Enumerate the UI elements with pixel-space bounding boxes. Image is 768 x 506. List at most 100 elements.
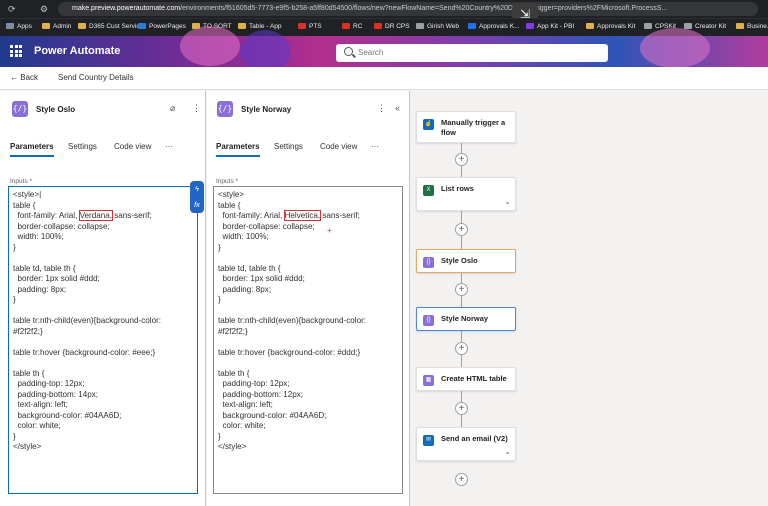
code-line: <style>| <box>13 190 42 199</box>
unpin-icon[interactable]: ⌀ <box>170 103 175 114</box>
code-line: table th { <box>218 368 250 378</box>
bookmark-item[interactable]: Apps <box>6 23 32 30</box>
flow-step-card[interactable]: {} Style Oslo <box>416 249 516 273</box>
flow-step-card[interactable]: ▦ Create HTML table <box>416 367 516 391</box>
reload-icon[interactable]: ⟳ <box>8 3 16 15</box>
bookmark-item[interactable]: RC <box>342 23 362 30</box>
tab-more[interactable]: ··· <box>371 142 379 151</box>
tab-code-view[interactable]: Code view <box>114 142 151 151</box>
bookmark-icon <box>526 23 534 29</box>
bookmark-icon <box>342 23 350 29</box>
bookmark-label: Admin <box>53 23 72 30</box>
code-line: </style> <box>13 442 42 451</box>
bookmark-item[interactable]: Girish Web <box>416 23 459 30</box>
bookmark-item[interactable]: PTS <box>298 23 322 30</box>
compose-icon: {} <box>423 315 434 326</box>
bookmark-icon <box>42 23 50 29</box>
flow-step-label: Manually trigger a flow <box>441 118 506 137</box>
code-line: table tr:hover {background-color: #eee;} <box>13 347 156 357</box>
inputs-editor[interactable]: <style>| table { font-family: Arial, Verd… <box>8 186 198 494</box>
bookmark-label: D365 Cust Service <box>89 23 144 30</box>
code-line: padding-top: 12px; <box>218 379 290 388</box>
inputs-editor[interactable]: <style> table { font-family: Arial, Helve… <box>213 186 403 494</box>
bookmark-label: Creator Kit <box>695 23 727 30</box>
bookmark-item[interactable]: Table - App <box>238 23 282 30</box>
app-title[interactable]: Power Automate <box>34 45 120 57</box>
flow-step-card[interactable]: ✉ Send an email (V2) ⚭ <box>416 427 516 461</box>
tab-parameters[interactable]: Parameters <box>216 142 260 157</box>
bookmark-item[interactable]: Busine... <box>736 23 768 30</box>
code-line: #f2f2f2;} <box>218 326 248 336</box>
bookmark-item[interactable]: D365 Cust Service <box>78 23 143 30</box>
flow-step-card[interactable]: ☝ Manually trigger a flow <box>416 111 516 143</box>
code-line: padding-bottom: 12px; <box>218 389 304 399</box>
expression-fx-icon[interactable]: fx <box>190 197 204 213</box>
inputs-label: Inputs * <box>10 178 33 185</box>
bookmark-label: Busine... <box>747 23 768 30</box>
bookmark-item[interactable]: PowerPages <box>138 23 186 30</box>
search-input[interactable]: Search <box>336 44 608 62</box>
add-step-icon[interactable]: + <box>455 402 468 415</box>
code-line: background-color: #04AA6D; <box>13 410 122 420</box>
add-step-icon[interactable]: + <box>455 473 468 486</box>
code-line: padding: 8px; <box>218 284 272 294</box>
add-step-icon[interactable]: + <box>455 283 468 296</box>
add-step-icon[interactable]: + <box>455 342 468 355</box>
cursor-marker: + <box>327 226 332 235</box>
code-line: } <box>13 431 16 441</box>
bookmark-icon <box>644 23 652 29</box>
bookmark-item[interactable]: Approvals Kit <box>586 23 635 30</box>
bookmark-icon <box>238 23 246 29</box>
style-norway-panel: {/} Style Norway ⋮ « Parameters Settings… <box>207 91 410 506</box>
bookmark-item[interactable]: Creator Kit <box>684 23 726 30</box>
code-line: table { <box>218 200 241 210</box>
flow-step-card[interactable]: {} Style Norway <box>416 307 516 331</box>
hand-trigger-icon: ☝ <box>423 119 434 130</box>
more-options-icon[interactable]: ⋮ <box>377 103 386 114</box>
bookmark-label: Table - App <box>249 23 282 30</box>
add-step-icon[interactable]: + <box>455 223 468 236</box>
bookmark-label: Girish Web <box>427 23 460 30</box>
tab-settings[interactable]: Settings <box>274 142 303 151</box>
bookmark-icon <box>468 23 476 29</box>
bookmark-item[interactable]: Approvals K... <box>468 23 519 30</box>
collapse-panel-icon[interactable]: « <box>395 103 400 113</box>
code-line: text-align: left; <box>218 400 273 409</box>
flow-name: Send Country Details <box>58 73 134 82</box>
address-bar[interactable]: make.preview.powerautomate.com/environme… <box>58 2 758 16</box>
app-launcher-icon[interactable] <box>10 45 22 57</box>
panel-tabs: Parameters Settings Code view ··· <box>216 142 406 157</box>
url-host: make.preview.powerautomate.com <box>72 5 181 12</box>
more-options-icon[interactable]: ⋮ <box>192 103 201 114</box>
code-line: background-color: #04AA6D; <box>218 410 327 420</box>
flow-canvas[interactable]: ☝ Manually trigger a flow + X List rows ⚭ + {} S… <box>411 91 768 506</box>
site-info-icon[interactable]: ⚙ <box>40 3 48 15</box>
tab-settings[interactable]: Settings <box>68 142 97 151</box>
bookmark-label: Approvals Kit <box>597 23 636 30</box>
tab-more[interactable]: ··· <box>165 142 173 151</box>
panel-title: Style Norway <box>241 105 292 114</box>
bookmark-label: PTS <box>309 23 322 30</box>
code-line: <style> <box>218 190 245 199</box>
flow-step-label: Send an email (V2) <box>441 434 508 443</box>
panel-tabs: Parameters Settings Code view ··· <box>10 142 200 157</box>
flow-step-card[interactable]: X List rows ⚭ <box>416 177 516 211</box>
code-line: } <box>218 431 221 441</box>
compose-icon: {/} <box>217 101 233 117</box>
bookmark-item[interactable]: Admin <box>42 23 71 30</box>
url-path: /environments/f51605d5-7773-e9f5-b258-a5… <box>180 5 668 12</box>
search-icon <box>344 47 353 56</box>
compose-icon: {/} <box>12 101 28 117</box>
bookmark-item[interactable]: App Kit - PBI <box>526 23 574 30</box>
bookmark-item[interactable]: DR CPS <box>374 23 410 30</box>
add-step-icon[interactable]: + <box>455 153 468 166</box>
lightning-icon[interactable]: ϟ <box>190 181 204 197</box>
code-line: padding: 8px; <box>13 284 67 294</box>
bookmark-label: Apps <box>17 23 32 30</box>
back-button[interactable]: ← Back <box>10 73 38 82</box>
bookmark-label: RC <box>353 23 363 30</box>
code-line: } <box>13 295 16 304</box>
tab-code-view[interactable]: Code view <box>320 142 357 151</box>
tab-parameters[interactable]: Parameters <box>10 142 54 157</box>
